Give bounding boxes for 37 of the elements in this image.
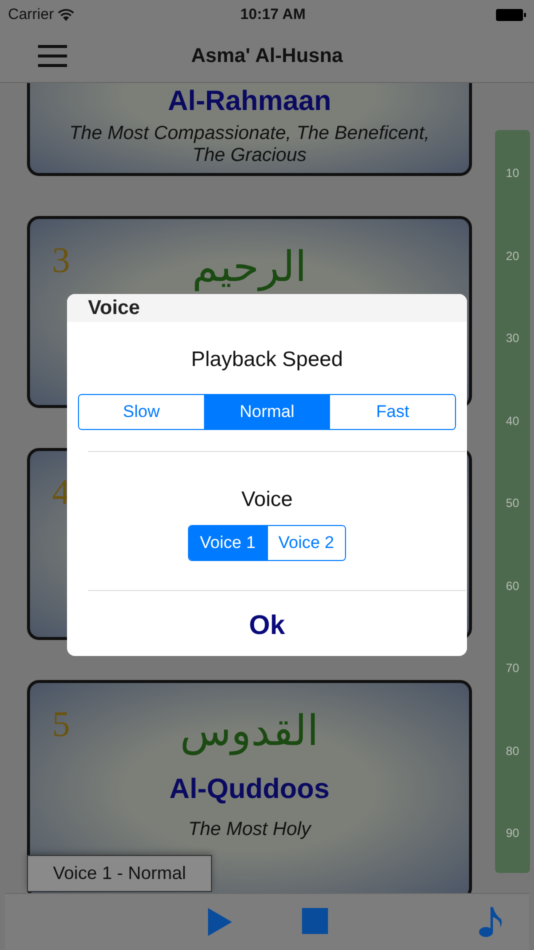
now-playing-label: Voice 1 - Normal: [27, 855, 212, 892]
index-label[interactable]: 80: [506, 740, 520, 760]
wifi-icon: [58, 9, 74, 21]
play-icon[interactable]: [208, 908, 232, 936]
name-meaning: The Most Holy: [187, 819, 312, 841]
carrier-label: Carrier: [8, 4, 54, 25]
voice-label: Voice: [241, 486, 293, 512]
index-label[interactable]: 30: [506, 328, 520, 348]
segment-option[interactable]: Fast: [329, 394, 455, 428]
index-label[interactable]: 40: [506, 410, 520, 430]
index-label[interactable]: 20: [506, 246, 520, 266]
speed-label: Playback Speed: [191, 347, 343, 373]
dialog-title: Voice: [88, 296, 140, 321]
index-label[interactable]: 90: [506, 823, 520, 843]
index-label[interactable]: 50: [506, 493, 520, 513]
segment-option[interactable]: Voice 2: [266, 526, 345, 560]
segment-option[interactable]: Normal: [204, 394, 330, 428]
ok-button[interactable]: Ok: [232, 605, 302, 646]
name-meaning: The Most Compassionate, The Beneficent, The Gracious: [68, 123, 431, 167]
arabic-name: الرحيم: [192, 240, 307, 294]
nav-title: Asma' Al-Husna: [191, 44, 343, 69]
segment-option[interactable]: Voice 1: [189, 526, 266, 560]
index-label[interactable]: 70: [506, 658, 520, 678]
card-number: 3: [52, 239, 70, 282]
status-time: 10:17 AM: [240, 4, 306, 25]
name-title: Al-Rahmaan: [168, 84, 332, 118]
menu-icon[interactable]: [38, 45, 67, 67]
index-label[interactable]: 60: [506, 576, 520, 596]
index-label[interactable]: 10: [506, 163, 520, 183]
index-bar[interactable]: 10 20 30 40 50 60 70 80 90: [495, 130, 530, 873]
card-number: 4: [52, 471, 70, 514]
battery-icon: [496, 9, 526, 21]
music-note-icon[interactable]: [479, 907, 503, 937]
name-title: Al-Quddoos: [169, 772, 330, 806]
name-card[interactable]: Al-Rahmaan The Most Compassionate, The Beneficent, The Gracious: [27, 83, 472, 176]
arabic-name: القدوس: [180, 704, 319, 758]
card-number: 5: [52, 703, 70, 746]
